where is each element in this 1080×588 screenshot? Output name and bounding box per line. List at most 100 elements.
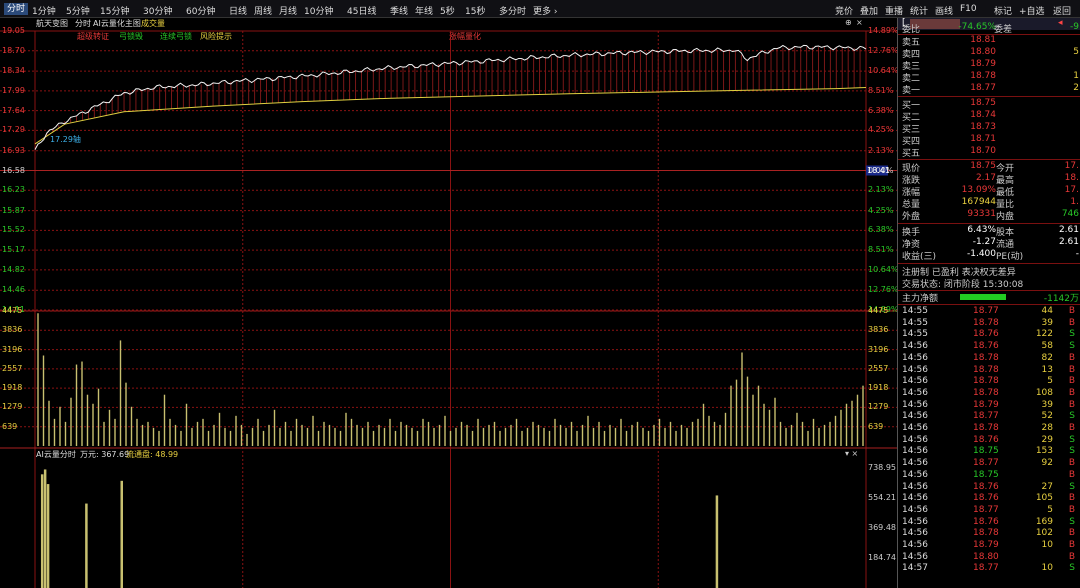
period-tab[interactable]: 1分钟	[32, 4, 56, 17]
toolbar-button[interactable]: 叠加	[860, 4, 878, 17]
intraday-chart[interactable]	[0, 18, 897, 588]
divider	[898, 159, 1080, 160]
toolbar-button[interactable]: F10	[960, 4, 977, 14]
period-tab[interactable]: 10分钟	[304, 4, 333, 17]
trade-time: 14:56	[902, 364, 928, 375]
period-tab[interactable]: 5秒	[440, 4, 455, 17]
signal-label: 涨幅量化	[449, 32, 481, 41]
trade-row: 14:55 18.76 122 S	[898, 329, 1080, 341]
trade-price: 18.77	[973, 306, 999, 316]
stat-value: 746	[1061, 209, 1079, 219]
ask-volume: 1	[1073, 71, 1079, 81]
divider	[898, 223, 1080, 224]
bid-row: 买二 18.74	[898, 110, 1080, 123]
trade-row: 14:56 18.77 92 B	[898, 458, 1080, 470]
toolbar-button[interactable]: 返回	[1053, 4, 1071, 17]
trade-side: B	[1068, 423, 1075, 433]
bid-price: 18.70	[970, 146, 996, 156]
trade-volume: 105	[1035, 493, 1053, 504]
trade-time: 14:56	[902, 493, 928, 504]
zoom-icon: ⊕	[845, 18, 852, 27]
trade-side: B	[1068, 399, 1075, 410]
ai-flow-bar	[40, 474, 44, 588]
period-tab[interactable]: 60分钟	[186, 4, 215, 17]
period-tab[interactable]: 分时	[4, 3, 29, 15]
chart-tab-intraday: 分时	[75, 19, 91, 28]
ask-label: 卖一	[902, 86, 921, 96]
toolbar-button[interactable]: 标记	[994, 4, 1012, 17]
period-tab[interactable]: 月线	[279, 4, 297, 17]
pane-close-icon: ▾ ×	[845, 449, 859, 458]
volume-tick: 639	[2, 421, 18, 431]
pct-tick: 8.51%	[868, 85, 894, 95]
trade-volume: 28	[1041, 423, 1053, 433]
trade-price: 18.76	[973, 341, 999, 352]
period-tab[interactable]: 多分时	[499, 4, 526, 17]
trade-price: 18.78	[973, 317, 999, 328]
trade-price: 18.76	[973, 516, 999, 527]
period-tab[interactable]: 更多 ›	[533, 4, 557, 17]
toolbar-button[interactable]: 竞价	[835, 4, 853, 17]
toolbar-button[interactable]: +自选	[1019, 4, 1045, 17]
toolbar-button[interactable]: 统计	[910, 4, 928, 17]
divider	[898, 96, 1080, 97]
period-tab[interactable]: 5分钟	[66, 4, 90, 17]
quote-panel: [ ◂ 委比 -74.65% 委差 -9 卖五 18.81 卖四 18.80 5 卖三 18.79 卖…	[897, 18, 1080, 588]
trade-volume: 108	[1035, 387, 1053, 398]
trade-time: 14:56	[902, 551, 928, 562]
period-tab[interactable]: 季线	[390, 4, 408, 17]
cursor-price-label: 18.41	[867, 165, 890, 175]
period-tab[interactable]: 30分钟	[143, 4, 172, 17]
trade-time: 14:56	[902, 411, 928, 422]
trade-volume: 92	[1041, 458, 1053, 469]
period-tab[interactable]: 45日线	[347, 4, 376, 17]
trade-side: S	[1069, 411, 1075, 422]
trade-row: 14:56 18.79 10 B	[898, 540, 1080, 552]
trade-side: S	[1069, 446, 1075, 457]
stat-value: -	[1075, 249, 1079, 259]
trade-row: 14:56 18.75 153 S	[898, 446, 1080, 458]
trade-time: 14:56	[902, 376, 928, 387]
trade-time: 14:55	[902, 306, 928, 316]
trade-price: 18.79	[973, 540, 999, 550]
stat-row: 涨跌 2.17 最高 18.	[898, 173, 1080, 186]
price-tick: 17.64	[2, 105, 25, 115]
ask-row: 卖三 18.79	[898, 59, 1080, 72]
ask-row: 卖二 18.78 1	[898, 71, 1080, 84]
stat-value: 2.61	[1058, 225, 1079, 235]
trade-side: B	[1068, 387, 1075, 398]
trade-volume: 10	[1041, 540, 1053, 550]
period-tab[interactable]: 年线	[415, 4, 433, 17]
price-tick: 14.46	[2, 285, 25, 295]
pct-tick: 4.25%	[868, 205, 894, 215]
trade-side: B	[1068, 528, 1075, 539]
period-tab[interactable]: 15秒	[465, 4, 485, 17]
trade-volume: 102	[1035, 528, 1053, 539]
trade-volume: 52	[1041, 411, 1053, 422]
period-tab[interactable]: 周线	[254, 4, 272, 17]
period-tab[interactable]: 15分钟	[100, 4, 129, 17]
wb-value: -74.65%	[958, 22, 996, 32]
trade-side: B	[1068, 306, 1075, 316]
volume-tick: 1918	[2, 383, 23, 393]
trade-time: 14:56	[902, 528, 928, 539]
pct-tick: 8.51%	[868, 245, 894, 255]
stat-value: 17.	[1064, 185, 1079, 195]
bid-label: 买五	[902, 149, 921, 159]
chart-tab-ai: AI云量化主图	[93, 19, 141, 28]
period-tab[interactable]: 日线	[229, 4, 247, 17]
trade-time: 14:56	[902, 504, 928, 515]
pct-tick: 2.13%	[868, 145, 894, 155]
trade-volume: 39	[1041, 399, 1053, 410]
toolbar-button[interactable]: 画线	[935, 4, 953, 17]
trade-price: 18.79	[973, 399, 999, 410]
trade-price: 18.80	[973, 551, 999, 562]
trade-price: 18.78	[973, 376, 999, 387]
stat-value: -1.400	[966, 249, 996, 259]
toolbar-button[interactable]: 重播	[885, 4, 903, 17]
stock-name-label: 航天变图	[36, 19, 68, 28]
stat-value: 18.75	[970, 161, 996, 171]
sub-title: AI云量分时	[36, 450, 76, 459]
chart-tab-volume: 成交量	[141, 19, 165, 28]
sub-unit: 万元: 367.69	[80, 450, 130, 459]
